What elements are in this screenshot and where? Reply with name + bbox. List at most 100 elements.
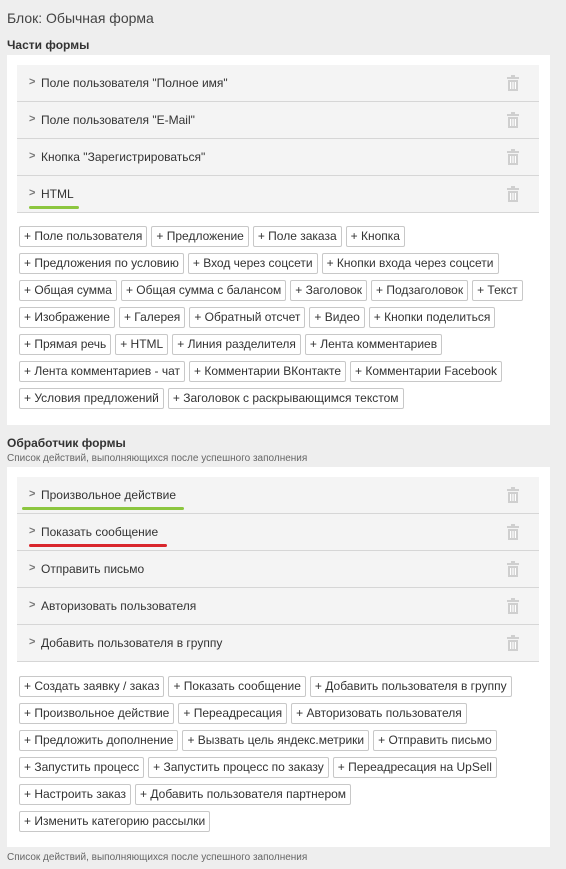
form-part-add-button[interactable]: + Заголовок [290,280,368,301]
form-part-row[interactable]: > Поле пользователя "Полное имя" [17,65,539,102]
form-part-row-label: HTML [41,187,74,201]
form-part-add-button[interactable]: + Комментарии Facebook [350,361,503,382]
handler-add-button[interactable]: + Создать заявку / заказ [19,676,165,697]
handler-add-button[interactable]: + Произвольное действие [19,703,175,724]
trash-icon[interactable] [507,635,519,651]
handler-add-button[interactable]: + Запустить процесс [19,757,145,778]
form-part-add-button[interactable]: + Вход через соцсети [187,253,318,274]
trash-icon[interactable] [507,487,519,503]
form-part-chip-row: + Поле пользователя + Предложение + Поле з… [19,226,543,253]
form-part-chip-row: + Условия предложений + Заголовок с раскр… [19,388,543,415]
form-part-chip-row: + Прямая речь + HTML + Линия разделителя + … [19,334,543,361]
form-part-add-button[interactable]: + Общая сумма [19,280,117,301]
form-part-add-button[interactable]: + Подзаголовок [371,280,469,301]
block-title: Блок: Обычная форма [7,10,154,26]
form-part-add-button[interactable]: + Предложения по условию [19,253,184,274]
handler-chip-row: + Настроить заказ + Добавить пользователя… [19,784,543,811]
form-parts-list: > Поле пользователя "Полное имя" > Поле пол… [17,65,539,213]
form-part-row[interactable]: > HTML [17,176,539,213]
handler-chip-row: + Создать заявку / заказ + Показать сообщ… [19,676,543,703]
handler-add-button[interactable]: + Авторизовать пользователя [291,703,467,724]
form-part-row-label: Поле пользователя "E-Mail" [41,113,195,127]
handler-row[interactable]: > Отправить письмо [17,551,539,588]
form-part-add-button[interactable]: + Видео [309,307,365,328]
chevron-right-icon[interactable]: > [29,113,35,125]
form-part-add-button[interactable]: + Галерея [118,307,186,328]
handler-row-label: Добавить пользователя в группу [41,636,223,650]
chevron-right-icon[interactable]: > [29,636,35,648]
trash-icon[interactable] [507,524,519,540]
form-part-add-button[interactable]: + Лента комментариев [304,334,443,355]
form-part-chip-row: + Общая сумма + Общая сумма с балансом + З… [19,280,543,307]
form-part-add-button[interactable]: + Обратный отсчет [189,307,306,328]
form-part-add-button[interactable]: + Кнопки поделиться [368,307,496,328]
handler-add-button[interactable]: + Изменить категорию рассылки [19,811,211,832]
form-part-add-button[interactable]: + Условия предложений [19,388,164,409]
form-part-add-button[interactable]: + Кнопка [345,226,405,247]
handler-chip-row: + Предложить дополнение + Вызвать цель ян… [19,730,543,757]
handler-add-button[interactable]: + Добавить пользователя партнером [135,784,352,805]
form-part-add-button[interactable]: + Линия разделителя [172,334,301,355]
form-parts-add-buttons: + Поле пользователя + Предложение + Поле з… [19,226,543,415]
form-handler-panel: > Произвольное действие > Показать сообщени… [7,467,550,847]
chevron-right-icon[interactable]: > [29,525,35,537]
trash-icon[interactable] [507,112,519,128]
form-part-add-button[interactable]: + Общая сумма с балансом [120,280,287,301]
form-part-chip-row: + Изображение + Галерея + Обратный отсчет +… [19,307,543,334]
form-part-chip-row: + Предложения по условию + Вход через соц… [19,253,543,280]
handler-add-button[interactable]: + Отправить письмо [373,730,497,751]
form-part-row-label: Кнопка "Зарегистрироваться" [41,150,206,164]
handler-add-button[interactable]: + Настроить заказ [19,784,132,805]
highlight-underline [29,206,79,209]
chevron-right-icon[interactable]: > [29,150,35,162]
trash-icon[interactable] [507,561,519,577]
handler-row-label: Показать сообщение [41,525,159,539]
form-part-add-button[interactable]: + Комментарии ВКонтакте [189,361,347,382]
form-part-add-button[interactable]: + Поле пользователя [19,226,148,247]
handler-row-label: Произвольное действие [41,488,177,502]
handler-add-button[interactable]: + Добавить пользователя в группу [309,676,512,697]
handler-add-button[interactable]: + Предложить дополнение [19,730,179,751]
footer-subtitle: Список действий, выполняющихся после усп… [7,852,308,863]
highlight-underline [22,507,184,510]
form-part-add-button[interactable]: + Предложение [151,226,249,247]
form-part-add-button[interactable]: + Поле заказа [252,226,342,247]
form-part-add-button[interactable]: + HTML [115,334,169,355]
form-part-add-button[interactable]: + Прямая речь [19,334,112,355]
form-part-add-button[interactable]: + Лента комментариев - чат [19,361,186,382]
form-handler-title: Обработчик формы [7,436,126,450]
handler-row[interactable]: > Авторизовать пользователя [17,588,539,625]
handler-add-button[interactable]: + Показать сообщение [168,676,306,697]
trash-icon[interactable] [507,598,519,614]
form-parts-panel: > Поле пользователя "Полное имя" > Поле пол… [7,55,550,425]
form-part-row-label: Поле пользователя "Полное имя" [41,76,228,90]
chevron-right-icon[interactable]: > [29,187,35,199]
handler-add-button[interactable]: + Переадресация на UpSell [332,757,497,778]
handler-add-button[interactable]: + Вызвать цель яндекс.метрики [182,730,370,751]
handler-chip-row: + Изменить категорию рассылки [19,811,543,838]
form-part-add-button[interactable]: + Кнопки входа через соцсети [321,253,499,274]
form-part-add-button[interactable]: + Изображение [19,307,115,328]
chevron-right-icon[interactable]: > [29,488,35,500]
form-part-add-button[interactable]: + Заголовок с раскрывающимся текстом [167,388,404,409]
chevron-right-icon[interactable]: > [29,599,35,611]
handler-row[interactable]: > Добавить пользователя в группу [17,625,539,662]
handler-row-label: Авторизовать пользователя [41,599,197,613]
trash-icon[interactable] [507,75,519,91]
trash-icon[interactable] [507,186,519,202]
form-part-row[interactable]: > Кнопка "Зарегистрироваться" [17,139,539,176]
handler-row-label: Отправить письмо [41,562,145,576]
handler-row[interactable]: > Показать сообщение [17,514,539,551]
handler-chip-row: + Произвольное действие + Переадресация + … [19,703,543,730]
form-parts-title: Части формы [7,38,90,52]
form-handler-list: > Произвольное действие > Показать сообщени… [17,477,539,662]
form-part-row[interactable]: > Поле пользователя "E-Mail" [17,102,539,139]
handler-row[interactable]: > Произвольное действие [17,477,539,514]
highlight-underline [29,544,167,547]
form-part-add-button[interactable]: + Текст [472,280,523,301]
chevron-right-icon[interactable]: > [29,562,35,574]
handler-add-button[interactable]: + Переадресация [178,703,288,724]
handler-add-button[interactable]: + Запустить процесс по заказу [148,757,329,778]
trash-icon[interactable] [507,149,519,165]
chevron-right-icon[interactable]: > [29,76,35,88]
